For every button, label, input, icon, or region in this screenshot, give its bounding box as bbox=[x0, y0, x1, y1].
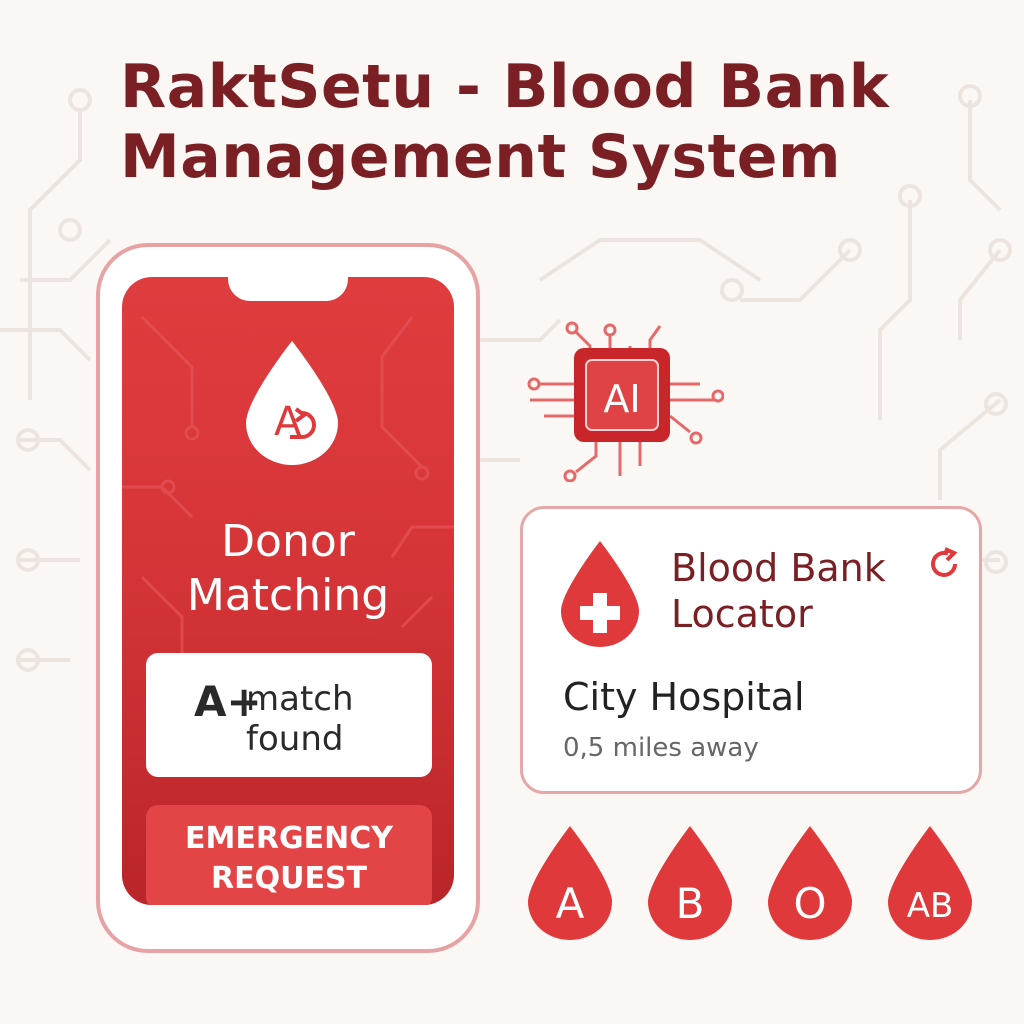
donor-title-line-1: Donor bbox=[221, 516, 355, 567]
donor-matching-title: Donor Matching bbox=[122, 515, 454, 623]
blood-drop-plus-icon bbox=[561, 541, 639, 647]
title-line-1: RaktSetu - Blood Bank bbox=[120, 52, 890, 122]
blood-type-a-icon: A bbox=[528, 826, 612, 940]
match-status-text: match found bbox=[246, 679, 354, 759]
match-text-line-2: found bbox=[246, 719, 344, 759]
blood-type-o-label: O bbox=[793, 879, 826, 928]
match-text-line-1: match bbox=[246, 679, 354, 719]
match-result-card[interactable]: A+ match found bbox=[146, 653, 432, 777]
blood-drop-a-icon: A bbox=[246, 341, 338, 465]
blood-type-ab-label: AB bbox=[907, 886, 954, 926]
ai-chip-label: AI bbox=[603, 377, 640, 421]
blood-bank-locator-card[interactable]: Blood Bank Locator City Hospital 0,5 mil… bbox=[520, 506, 982, 794]
refresh-icon[interactable] bbox=[927, 547, 961, 581]
emergency-line-1: EMERGENCY bbox=[185, 821, 393, 856]
blood-type-b-icon: B bbox=[648, 826, 732, 940]
title-line-2: Management System bbox=[120, 122, 841, 192]
phone-screen: A Donor Matching A+ match found EMERGENC… bbox=[122, 277, 454, 905]
hospital-name: City Hospital bbox=[563, 675, 805, 719]
blood-type-b-label: B bbox=[676, 879, 705, 928]
locator-title-line-2: Locator bbox=[671, 592, 813, 636]
hospital-distance: 0,5 miles away bbox=[563, 733, 759, 763]
locator-title: Blood Bank Locator bbox=[671, 545, 886, 637]
emergency-request-button[interactable]: EMERGENCY REQUEST bbox=[146, 805, 432, 905]
blood-type-a-label: A bbox=[556, 879, 585, 928]
blood-type-ab-icon: AB bbox=[888, 826, 972, 940]
page-title: RaktSetu - Blood Bank Management System bbox=[120, 52, 920, 192]
locator-title-line-1: Blood Bank bbox=[671, 546, 886, 590]
phone-notch bbox=[228, 277, 348, 301]
ai-chip-icon: AI bbox=[527, 321, 724, 482]
donor-title-line-2: Matching bbox=[186, 570, 390, 621]
emergency-line-2: REQUEST bbox=[210, 861, 368, 896]
phone-mockup: A Donor Matching A+ match found EMERGENC… bbox=[96, 243, 480, 953]
blood-type-o-icon: O bbox=[768, 826, 852, 940]
